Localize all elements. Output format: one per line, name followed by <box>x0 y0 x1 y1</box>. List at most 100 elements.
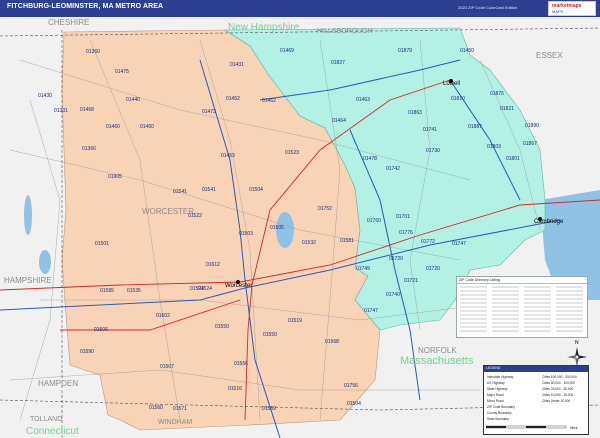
state-label-connecticut: Connecticut <box>26 426 79 437</box>
zip-label: 01501 <box>95 241 109 247</box>
zip-label: 01606 <box>94 327 108 333</box>
zip-label: 01747 <box>452 241 466 247</box>
harbor-water <box>546 230 574 246</box>
legend-city-size: Cities 25,000 - 50,000 <box>542 387 574 391</box>
zip-directory-table: ZIP Code Directory Listing <box>456 276 588 338</box>
county-label-hillsborough: HILLSBOROUGH <box>317 28 373 35</box>
legend-row: US Highway <box>487 381 505 385</box>
zip-label: 01742 <box>386 166 400 172</box>
zip-label: 01535 <box>127 288 141 294</box>
zip-label: 01566 <box>234 361 248 367</box>
zip-label: 01749 <box>356 266 370 272</box>
legend-row: State Highway <box>487 387 508 391</box>
legend-city-size: Cities 100,000 - 500,000 <box>542 375 577 379</box>
zip-label: 01571 <box>173 406 187 412</box>
legend-row: ZIP Code Boundary <box>487 405 515 409</box>
zip-label: 01464 <box>332 118 346 124</box>
map-canvas: FITCHBURG-LEOMINSTER, MA METRO AREA 2023… <box>0 0 600 438</box>
zip-label: 01720 <box>389 256 403 262</box>
zip-label: 01478 <box>363 156 377 162</box>
zip-label: 01504 <box>347 401 361 407</box>
zip-label: 01772 <box>421 239 435 245</box>
legend-city-size: Cities 50,000 - 100,000 <box>542 381 575 385</box>
zip-label: 01532 <box>302 240 316 246</box>
legend-row: Major Road <box>487 393 504 397</box>
zip-label: 01460 <box>106 124 120 130</box>
zip-label: 01522 <box>188 213 202 219</box>
zip-label: 01524 <box>198 286 212 292</box>
zip-label: 01720 <box>426 266 440 272</box>
zip-label: 01505 <box>270 225 284 231</box>
zip-label: 01581 <box>340 238 354 244</box>
zip-label: 01475 <box>115 69 129 75</box>
zip-label: 01863 <box>408 110 422 116</box>
zip-label: 01821 <box>500 106 514 112</box>
zip-label: 01473 <box>202 109 216 115</box>
zip-label: 01463 <box>356 97 370 103</box>
zip-directory-lines <box>460 286 583 332</box>
zip-label: 01803 <box>487 144 501 150</box>
zip-label: 01507 <box>160 364 174 370</box>
city-marker-lowell <box>449 79 453 83</box>
zip-label: 01887 <box>468 124 482 130</box>
zip-label: 01612 <box>206 262 220 268</box>
county-label-essex: ESSEX <box>536 51 563 60</box>
zip-label: 01541 <box>202 187 216 193</box>
zip-label: 01440 <box>126 97 140 103</box>
zip-label: 01550 <box>263 332 277 338</box>
zip-label: 01756 <box>344 383 358 389</box>
zip-label: 01560 <box>149 405 163 411</box>
zip-label: 01519 <box>288 318 302 324</box>
zip-directory-header: ZIP Code Directory Listing <box>457 277 587 284</box>
zip-label: 01752 <box>318 206 332 212</box>
zip-label: 01602 <box>156 313 170 319</box>
zip-label: 01430 <box>38 93 52 99</box>
zip-label: 01503 <box>239 231 253 237</box>
lake-west <box>39 250 51 274</box>
state-label-new-hampshire: New Hampshire <box>228 22 300 33</box>
legend-row: Minor Road <box>487 399 504 403</box>
zip-label: 01741 <box>423 127 437 133</box>
legend-city-size: Cities 10,000 - 25,000 <box>542 393 574 397</box>
zip-label: 01460 <box>140 124 154 130</box>
zip-label: 01721 <box>404 278 418 284</box>
zip-label: 01550 <box>215 324 229 330</box>
zip-label: 01747 <box>364 308 378 314</box>
zip-label: 01905 <box>108 174 122 180</box>
map-legend: LEGEND Interstate Highway US Highway Sta… <box>483 365 589 435</box>
zip-label: 01453 <box>221 153 235 159</box>
zip-label: 01569 <box>262 406 276 412</box>
zip-label: 01523 <box>285 150 299 156</box>
legend-row: State Boundary <box>487 417 509 421</box>
zip-label: 01890 <box>525 123 539 129</box>
zip-label: 01730 <box>426 148 440 154</box>
zip-label: 01810 <box>451 96 465 102</box>
zip-label: 01360 <box>86 49 100 55</box>
zip-label: 01452 <box>226 96 240 102</box>
zip-label: 01504 <box>249 187 263 193</box>
zip-label: 01541 <box>173 189 187 195</box>
legend-row: County Boundary <box>487 411 512 415</box>
county-label-hampden: HAMPDEN <box>38 379 78 388</box>
zip-label: 01568 <box>325 339 339 345</box>
legend-header: LEGEND <box>484 366 588 372</box>
zip-label: 01827 <box>331 60 345 66</box>
zip-label: 01879 <box>398 48 412 54</box>
county-label-norfolk: NORFOLK <box>418 346 457 355</box>
zip-label: 01468 <box>80 107 94 113</box>
county-label-hampshire: HAMPSHIRE <box>4 276 52 285</box>
zip-label: 01740 <box>386 292 400 298</box>
lake-quabbin <box>24 195 32 235</box>
scale-label: Miles <box>570 426 578 430</box>
county-label-worcester: WORCESTER <box>142 207 194 216</box>
zip-label: 01590 <box>80 349 94 355</box>
county-label-tolland: TOLLAND <box>30 416 62 423</box>
zip-label: 01450 <box>460 48 474 54</box>
legend-row: Interstate Highway <box>487 375 514 379</box>
compass-north-label: N <box>575 340 579 346</box>
city-marker-worcester <box>236 280 240 284</box>
zip-label: 01760 <box>367 218 381 224</box>
zip-label: 01331 <box>54 108 68 114</box>
zip-label: 01776 <box>399 230 413 236</box>
zip-label: 01366 <box>82 146 96 152</box>
